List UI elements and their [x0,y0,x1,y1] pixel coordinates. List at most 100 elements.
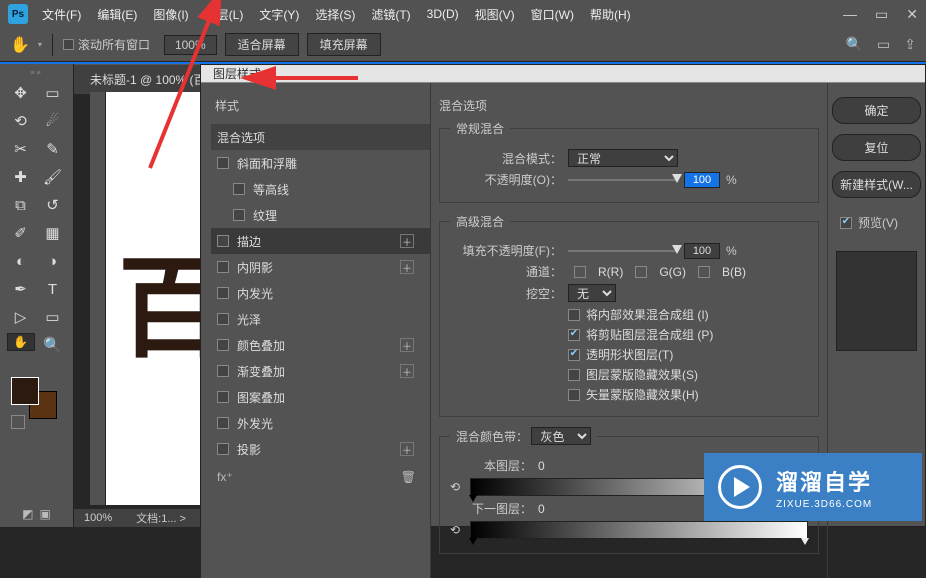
zoom-tool[interactable]: 🔍 [39,333,67,357]
style-checkbox[interactable] [217,365,229,377]
opacity-slider[interactable] [568,172,678,188]
crop-tool[interactable]: ✂ [7,137,35,161]
canvas[interactable]: 百 [106,92,200,505]
style-row-5[interactable]: 内阴影＋ [211,254,430,280]
workspace-icon[interactable]: ▭ [877,36,890,53]
eyedropper-tool[interactable]: ✎ [39,137,67,161]
marquee-tool[interactable]: ▭ [39,81,67,105]
under-layer-gradient[interactable] [470,521,808,539]
knockout-select[interactable]: 无 [568,284,616,302]
fill-opacity-value[interactable]: 100 [684,243,720,259]
menu-image[interactable]: 图像(I) [153,6,188,23]
opacity-value[interactable]: 100 [684,172,720,188]
menu-filter[interactable]: 滤镜(T) [371,6,410,23]
history-brush-tool[interactable]: ↺ [39,193,67,217]
lasso-tool[interactable]: ⟲ [7,109,35,133]
share-icon[interactable]: ⇪ [904,36,916,53]
heal-tool[interactable]: ✚ [7,165,35,189]
style-checkbox[interactable] [217,287,229,299]
default-colors-icon[interactable] [11,415,25,429]
trans-shapes-checkbox[interactable] [568,349,580,361]
style-checkbox[interactable] [217,443,229,455]
style-checkbox[interactable] [217,261,229,273]
style-checkbox[interactable] [217,339,229,351]
shape-tool[interactable]: ▭ [39,305,67,329]
style-checkbox[interactable] [217,235,229,247]
menu-help[interactable]: 帮助(H) [590,6,631,23]
trash-icon[interactable]: 🗑 [401,470,416,484]
reset-button[interactable]: 复位 [832,134,921,161]
style-row-7[interactable]: 光泽 [211,306,430,332]
hand-tool-icon[interactable]: ✋ [10,35,30,55]
style-checkbox[interactable] [233,183,245,195]
layer-mask-hide-checkbox[interactable] [568,369,580,381]
win-close-icon[interactable]: ✕ [906,6,918,23]
quick-mask-icon[interactable]: ◩ [22,507,33,521]
reset-gradient-bottom-icon[interactable]: ⟲ [450,523,464,537]
type-tool[interactable]: T [39,277,67,301]
scroll-all-windows-checkbox[interactable]: 滚动所有窗口 [63,36,150,53]
eraser-tool[interactable]: ✐ [7,221,35,245]
fit-screen-button[interactable]: 适合屏幕 [225,33,299,56]
channel-b-checkbox[interactable] [698,266,710,278]
style-checkbox[interactable] [217,417,229,429]
style-row-8[interactable]: 颜色叠加＋ [211,332,430,358]
style-checkbox[interactable] [217,313,229,325]
fx-icon[interactable]: fx⁺ [217,470,233,484]
gradient-tool[interactable]: ▦ [39,221,67,245]
brush-tool[interactable]: 🖌 [39,165,67,189]
style-row-11[interactable]: 外发光 [211,410,430,436]
add-effect-icon[interactable]: ＋ [400,442,414,456]
move-tool[interactable]: ✥ [7,81,35,105]
preview-checkbox[interactable]: 预览(V) [832,214,921,231]
add-effect-icon[interactable]: ＋ [400,234,414,248]
screen-mode-icon[interactable]: ▣ [40,507,51,521]
path-select-tool[interactable]: ▷ [7,305,35,329]
add-effect-icon[interactable]: ＋ [400,260,414,274]
style-checkbox[interactable] [217,157,229,169]
style-row-9[interactable]: 渐变叠加＋ [211,358,430,384]
menu-type[interactable]: 文字(Y) [259,6,299,23]
style-row-4[interactable]: 描边＋ [211,228,430,254]
win-max-icon[interactable]: ▭ [875,6,888,23]
pen-tool[interactable]: ✒ [7,277,35,301]
quick-select-tool[interactable]: ☄ [39,109,67,133]
menu-3d[interactable]: 3D(D) [427,7,459,21]
search-icon[interactable]: 🔍 [846,36,863,53]
style-row-0[interactable]: 混合选项 [211,124,430,150]
new-style-button[interactable]: 新建样式(W... [832,171,921,198]
menu-view[interactable]: 视图(V) [475,6,515,23]
zoom-value[interactable]: 100% [164,35,217,55]
blend-mode-select[interactable]: 正常 [568,149,678,167]
foreground-color[interactable] [11,377,39,405]
style-checkbox[interactable] [233,209,245,221]
channel-g-checkbox[interactable] [635,266,647,278]
menu-file[interactable]: 文件(F) [42,6,81,23]
blur-tool[interactable]: ◐ [7,249,35,273]
menu-window[interactable]: 窗口(W) [531,6,574,23]
menu-edit[interactable]: 编辑(E) [97,6,137,23]
dodge-tool[interactable]: ◑ [39,249,67,273]
status-zoom[interactable]: 100% [84,512,112,524]
ok-button[interactable]: 确定 [832,97,921,124]
menu-select[interactable]: 选择(S) [315,6,355,23]
style-row-1[interactable]: 斜面和浮雕 [211,150,430,176]
style-row-6[interactable]: 内发光 [211,280,430,306]
blend-clipped-checkbox[interactable] [568,329,580,341]
stamp-tool[interactable]: ⧉ [7,193,35,217]
style-row-2[interactable]: 等高线 [211,176,430,202]
reset-gradient-top-icon[interactable]: ⟲ [450,480,464,494]
fill-screen-button[interactable]: 填充屏幕 [307,33,381,56]
channel-r-checkbox[interactable] [574,266,586,278]
vector-mask-hide-checkbox[interactable] [568,389,580,401]
menu-layer[interactable]: 图层(L) [205,6,244,23]
style-checkbox[interactable] [217,391,229,403]
add-effect-icon[interactable]: ＋ [400,338,414,352]
style-row-12[interactable]: 投影＋ [211,436,430,462]
status-docinfo[interactable]: 文档:1... > [136,510,186,526]
add-effect-icon[interactable]: ＋ [400,364,414,378]
win-min-icon[interactable]: ― [843,6,857,23]
blend-interior-checkbox[interactable] [568,309,580,321]
style-row-3[interactable]: 纹理 [211,202,430,228]
color-swatches[interactable] [11,377,63,429]
